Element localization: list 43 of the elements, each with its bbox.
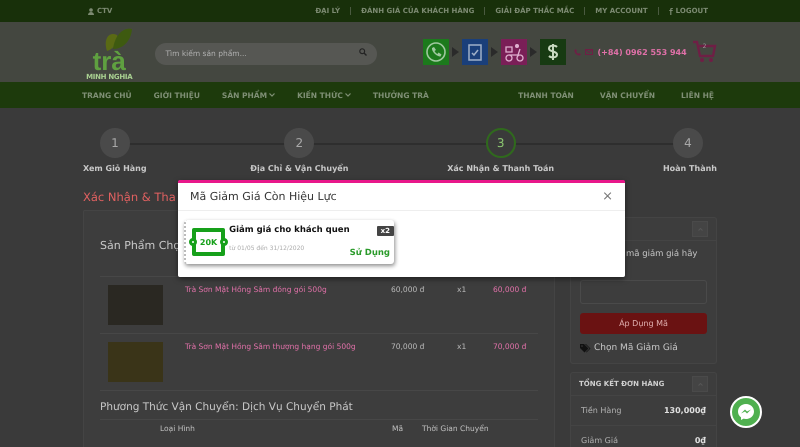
photo-placeholder [108,285,163,325]
coupon-name: Giảm giá cho khách quen [229,225,350,235]
envelope-icon [585,49,594,55]
dialog-title: Mã Giảm Giá Còn Hiệu Lực [190,190,337,203]
arrow-icon [452,47,460,57]
cart-icon[interactable] [692,40,717,64]
coupon-hint: mã giảm giá hãy [625,249,698,261]
collapse-button[interactable] [692,376,708,392]
dollar-icon [540,39,566,65]
step-circle: 1 [100,128,130,158]
step-label: Xác Nhận & Thanh Toán [447,164,554,173]
summary-label: Giảm Giá [581,436,618,445]
use-button[interactable]: Sử Dụng [350,248,394,258]
apply-button[interactable]: Áp Dụng Mã [580,313,707,334]
messenger-icon [737,403,755,421]
phone-icon [574,48,582,56]
user-icon [88,8,94,14]
summary-value: 0₫ [694,436,706,445]
summary-label: Tiền Hàng [581,406,622,415]
collapse-button[interactable] [692,221,708,237]
coupon-ticket: 20K [192,228,226,256]
tags-icon [580,344,591,352]
step-label: Hoàn Thành [662,164,717,173]
step-label: Xem Giỏ Hàng [83,164,147,173]
clipboard-icon [462,39,488,65]
close-button[interactable]: × [602,189,613,204]
step-circle: 4 [672,128,703,158]
coupon-input[interactable] [580,280,707,304]
arrow-icon [530,47,538,57]
step-circle: 2 [284,128,314,158]
step-label: Địa Chỉ & Vận Chuyển [250,164,348,173]
phone-icon [423,39,450,65]
arrow-icon [491,47,498,57]
summary-value: 130,000₫ [664,406,706,415]
section-title: Xác Nhận & Tha [83,190,176,204]
messenger-button[interactable] [730,396,762,428]
choose-coupon-link[interactable]: Chọn Mã Giảm Giá [594,343,678,353]
phone-number[interactable]: (+84) 0962 553 944 [597,48,687,56]
photo-placeholder [108,342,163,382]
search-icon [359,48,368,56]
step-circle: 3 [486,128,516,158]
shipping-title: Phương Thức Vận Chuyển: Dịch Vụ Chuyển Phát [100,401,353,413]
logo-text: trà [92,49,126,73]
